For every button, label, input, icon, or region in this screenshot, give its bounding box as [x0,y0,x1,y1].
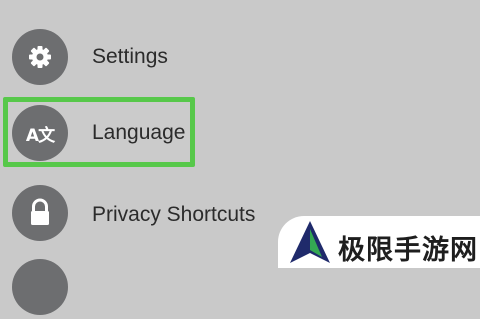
menu-item-label: Settings [92,45,168,68]
settings-icon-circle [12,29,68,85]
menu-item-partial[interactable] [0,259,480,319]
watermark-logo [290,221,330,263]
menu-item-label: Language [92,121,186,144]
partial-icon-circle [12,259,68,315]
menu-item-language[interactable]: A文 Language [0,105,480,165]
gear-icon [29,46,51,68]
watermark: 极限手游网 [278,216,480,268]
menu-item-settings[interactable]: Settings [0,29,480,89]
privacy-icon-circle [12,185,68,241]
lock-icon [31,198,49,225]
language-icon-circle: A文 [12,105,68,161]
menu-item-label: Privacy Shortcuts [92,203,256,226]
watermark-text: 极限手游网 [338,235,478,266]
language-icon: A文 [25,125,55,146]
